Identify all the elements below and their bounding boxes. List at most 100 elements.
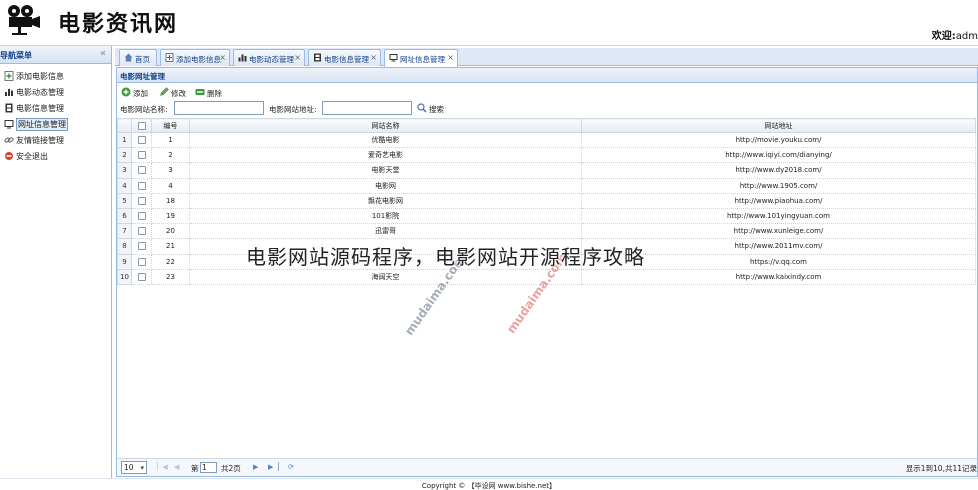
sidebar-item-add-movie[interactable]: 添加电影信息 [1,68,110,84]
tab-movie-info[interactable]: 电影信息管理 × [308,49,381,66]
tab-label: 首页 [135,55,150,64]
row-number: 1 [117,131,132,149]
column-header-url[interactable]: 网站地址 [581,118,976,133]
film-icon [313,53,322,62]
close-icon[interactable]: × [219,53,226,62]
cell-site-name: 海阔天空 [189,268,582,285]
row-checkbox[interactable] [131,253,152,270]
table-row[interactable]: 4 4 电影网 http://www.1905.com/ [117,177,976,194]
cell-id: 1 [151,131,190,149]
site-url-label: 电影网站地址: [269,105,317,114]
sidebar-item-label: 友情链接管理 [16,136,64,145]
row-number-header [117,118,132,133]
cell-id: 22 [151,253,190,270]
cell-site-name: 电影天堂 [189,162,582,179]
tab-bar: 首页 添加电影信息 × 电影动态管理 × 电影信息管理 × 网址信息管理 × [115,48,978,67]
cell-site-url: http://www.piaohua.com/ [581,192,976,209]
close-icon[interactable]: × [447,53,454,62]
page-total: 共2页 [221,464,241,473]
select-all-checkbox[interactable] [131,118,152,133]
chevron-down-icon: ▾ [140,464,144,472]
close-icon[interactable]: × [294,53,301,62]
film-icon [4,103,14,113]
refresh-icon[interactable]: ⟳ [288,463,294,471]
panel-title-bar: 电影网址管理 [117,68,977,83]
cell-site-url: http://www.101yingyuan.com [581,207,976,225]
cell-id: 18 [151,192,190,209]
column-header-name[interactable]: 网站名称 [189,118,582,133]
tab-label: 添加电影信息 [176,55,221,64]
row-checkbox[interactable] [131,162,152,179]
row-number: 7 [117,223,132,240]
row-number: 8 [117,238,132,255]
table-header-row: 编号 网站名称 网站地址 [117,118,976,133]
table-row[interactable]: 2 2 爱奇艺电影 http://www.iqiyi.com/dianying/ [117,147,976,164]
copyright-text: Copyright © 【毕设网 www.bishe.net】 [421,482,557,490]
row-number: 10 [117,268,132,285]
cell-site-name: 101影院 [189,207,582,225]
next-page-icon[interactable]: ▶ [253,463,258,471]
overlay-caption: 电影网站源码程序，电影网站开源程序攻略 [246,245,645,269]
row-checkbox[interactable] [131,223,152,240]
tab-url-info[interactable]: 网址信息管理 × [384,49,458,67]
first-page-icon[interactable]: ▏◀ [157,463,168,471]
row-checkbox[interactable] [131,238,152,255]
last-page-icon[interactable]: ▶▕ [268,463,279,471]
sidebar-item-label: 网址信息管理 [16,118,68,131]
link-icon [4,135,14,145]
close-icon[interactable]: × [370,53,377,62]
page-prefix: 第 [191,464,199,473]
pencil-icon [159,87,169,97]
sidebar-item-friend-links[interactable]: 友情链接管理 [1,132,110,148]
table-row[interactable]: 7 20 迅雷哥 http://www.xunleige.com/ [117,223,976,240]
site-url-input[interactable] [322,101,412,115]
table-row[interactable]: 6 19 101影院 http://www.101yingyuan.com [117,207,976,225]
sidebar-item-label: 添加电影信息 [16,72,64,81]
table-row[interactable]: 1 1 优酷电影 http://movie.youku.com/ [117,131,976,149]
add-doc-icon [4,71,14,81]
tab-movie-news[interactable]: 电影动态管理 × [233,49,305,66]
search-row: 电影网站名称: 电影网站地址: 搜索 [117,100,977,118]
cell-id: 2 [151,147,190,164]
row-number: 3 [117,162,132,179]
delete-button[interactable]: 删除 [195,86,227,98]
sidebar-item-movie-info[interactable]: 电影信息管理 [1,100,110,116]
table-row[interactable]: 3 3 电影天堂 http://www.dy2018.com/ [117,162,976,179]
table-row[interactable]: 5 18 飘花电影网 http://www.piaohua.com/ [117,192,976,209]
row-checkbox[interactable] [131,192,152,209]
sidebar-item-label: 电影动态管理 [16,88,64,97]
sidebar-item-url-info[interactable]: 网址信息管理 [1,116,110,132]
home-icon [124,53,133,62]
row-checkbox[interactable] [131,177,152,194]
sidebar-item-logout[interactable]: 安全退出 [1,148,110,164]
cell-id: 19 [151,207,190,225]
tab-home[interactable]: 首页 [119,49,157,66]
site-name-input[interactable] [174,101,264,115]
sidebar-header: 导航菜单 « [0,46,111,64]
row-checkbox[interactable] [131,131,152,149]
prev-page-icon[interactable]: ◀ [174,463,179,471]
sidebar-title: 导航菜单 [0,51,32,60]
cell-site-url: http://www.iqiyi.com/dianying/ [581,147,976,164]
column-header-id[interactable]: 编号 [151,118,190,133]
row-checkbox[interactable] [131,268,152,285]
cell-site-url: http://www.1905.com/ [581,177,976,194]
add-button[interactable]: 添加 [121,86,153,98]
search-button[interactable]: 搜索 [417,102,453,114]
edit-button[interactable]: 修改 [159,86,191,98]
add-icon [121,87,131,97]
bar-chart-icon [4,87,14,97]
page-number-input[interactable]: 1 [200,462,217,473]
header: 电影资讯网 欢迎:adm [0,0,978,46]
page-size-select[interactable]: 10 ▾ [121,461,147,474]
sidebar-item-movie-news[interactable]: 电影动态管理 [1,84,110,100]
exit-icon [4,151,14,161]
tab-add-movie[interactable]: 添加电影信息 × [160,49,230,66]
site-logo-text: 电影资讯网 [58,11,179,37]
pagination-bar: 10 ▾ ▏◀ ◀ 第 1 共2页 ▶ ▶▕ ⟳ 显示1到10,共11记录 [117,458,977,476]
toolbar: 添加 修改 删除 [117,84,977,100]
site-name-label: 电影网站名称: [120,105,168,114]
row-checkbox[interactable] [131,147,152,164]
row-checkbox[interactable] [131,207,152,225]
collapse-icon[interactable]: « [100,48,106,59]
